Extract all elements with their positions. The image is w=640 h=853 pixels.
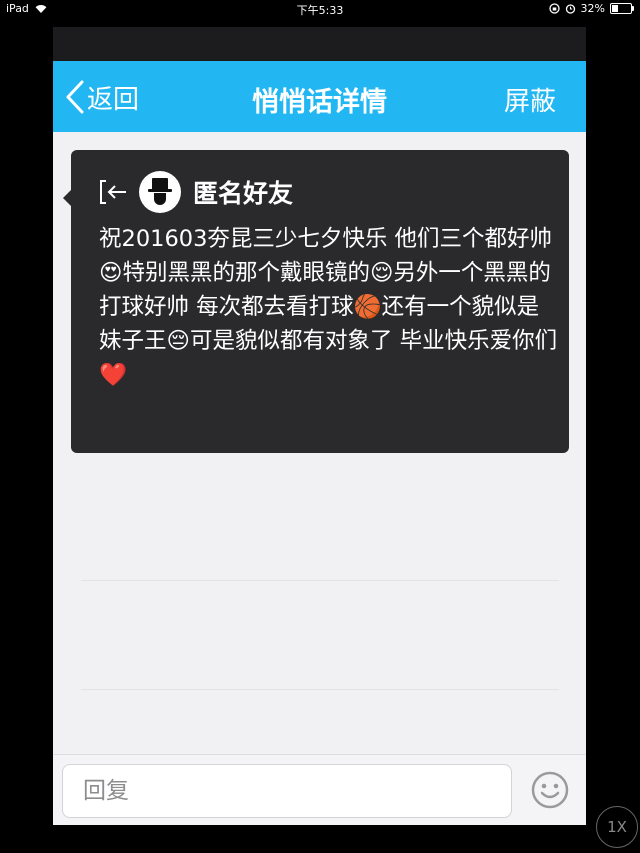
status-bar: iPad 下午5:33 32% [0,0,640,18]
zoom-button[interactable]: 1X [596,806,638,848]
alarm-icon [565,4,575,14]
status-time: 下午5:33 [296,4,344,17]
reply-bar [53,754,586,825]
block-button[interactable]: 屏蔽 [504,81,556,118]
emoji-icon[interactable] [530,770,570,810]
message-text: 祝201603夯昆三少七夕快乐 他们三个都好帅😍特别黑黑的那个戴眼镜的😌另外一个… [99,226,558,388]
rotation-lock-icon [548,3,560,14]
reply-input[interactable] [62,764,512,818]
message-bubble: 匿名好友 祝201603夯昆三少七夕快乐 他们三个都好帅😍特别黑黑的那个戴眼镜的… [63,150,569,453]
battery-percent: 32% [580,2,605,15]
battery-icon [610,3,634,14]
app-window: 返回 悄悄话详情 屏蔽 匿名好友 祝201603夯昆三少七夕快乐 他们三个都好帅… [53,61,586,825]
list-divider [81,580,559,581]
top-band [53,27,586,61]
exit-arrow-icon [100,180,126,204]
sender-name: 匿名好友 [193,179,294,208]
bubble-tail [63,190,71,206]
anonymous-avatar [139,171,181,213]
list-divider [81,689,559,690]
message-header: 匿名好友 [99,171,293,213]
navigation-bar: 返回 悄悄话详情 屏蔽 [53,61,586,132]
